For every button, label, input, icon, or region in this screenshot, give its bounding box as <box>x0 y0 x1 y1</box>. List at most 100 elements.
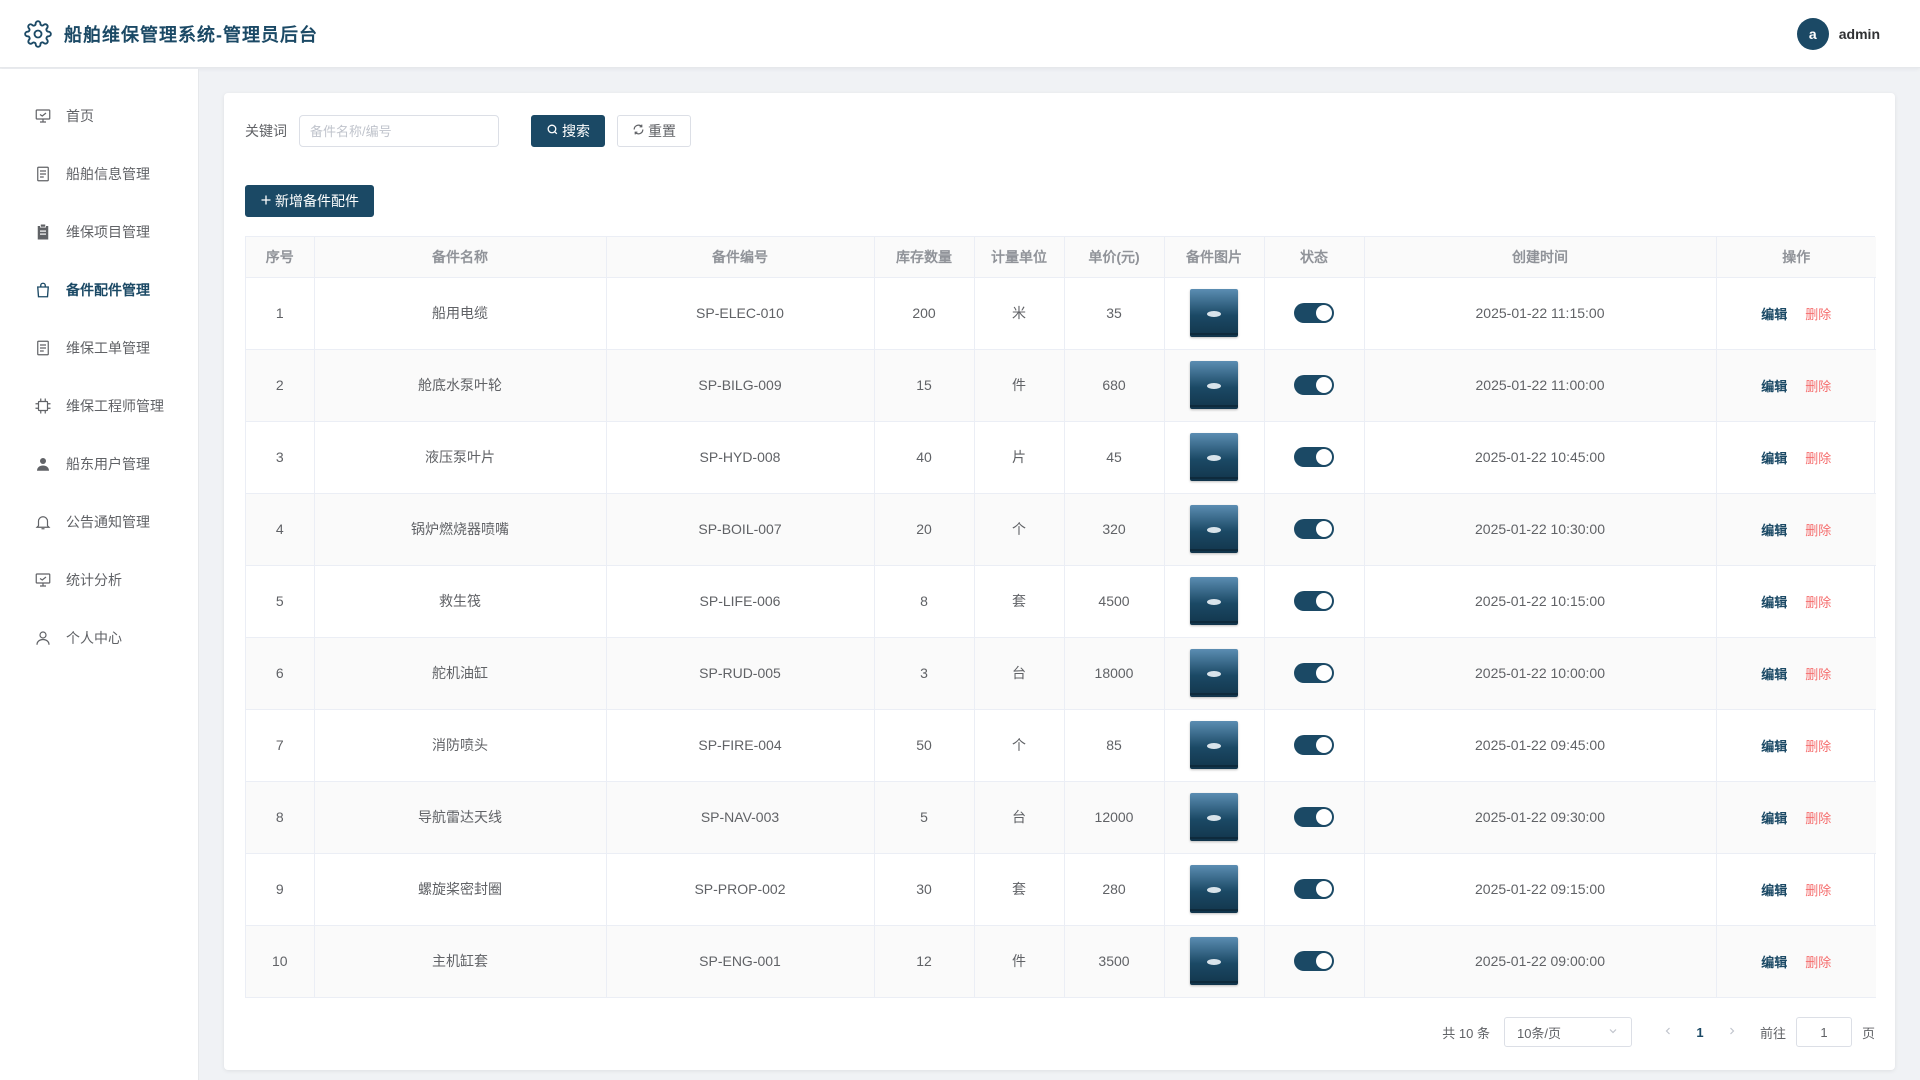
edit-button[interactable]: 编辑 <box>1761 595 1787 610</box>
edit-button[interactable]: 编辑 <box>1761 307 1787 322</box>
cell-image <box>1164 421 1265 494</box>
search-button[interactable]: 搜索 <box>531 115 605 147</box>
table-row: 2 舱底水泵叶轮 SP-BILG-009 15 件 680 2025-01-22 11:00… <box>246 349 1876 422</box>
delete-button[interactable]: 删除 <box>1805 595 1831 610</box>
sidebar-item-work-orders[interactable]: 维保工单管理 <box>0 319 198 377</box>
search-label: 关键词 <box>245 123 287 139</box>
edit-button[interactable]: 编辑 <box>1761 523 1787 538</box>
edit-button[interactable]: 编辑 <box>1761 451 1787 466</box>
part-thumbnail[interactable] <box>1190 793 1238 841</box>
edit-button[interactable]: 编辑 <box>1761 379 1787 394</box>
page-size-select[interactable]: 10条/页 <box>1503 1017 1632 1047</box>
cell-name: 液压泵叶片 <box>314 421 607 494</box>
sidebar-item-ship-info[interactable]: 船舶信息管理 <box>0 145 198 203</box>
cell-name: 导航雷达天线 <box>314 781 607 854</box>
goto-page-input[interactable] <box>1795 1017 1852 1047</box>
reset-button[interactable]: 重置 <box>617 115 691 147</box>
cell-stock: 50 <box>874 709 975 782</box>
sidebar-item-notices[interactable]: 公告通知管理 <box>0 493 198 551</box>
part-thumbnail[interactable] <box>1190 289 1238 337</box>
search-input[interactable] <box>299 115 499 147</box>
cell-created: 2025-01-22 11:00:00 <box>1364 349 1717 422</box>
part-thumbnail[interactable] <box>1190 865 1238 913</box>
cell-actions: 编辑 删除 <box>1716 853 1876 926</box>
part-thumbnail[interactable] <box>1190 649 1238 697</box>
page-number-current[interactable]: 1 <box>1682 1025 1718 1040</box>
status-toggle[interactable] <box>1294 303 1334 323</box>
delete-button[interactable]: 删除 <box>1805 811 1831 826</box>
cell-created: 2025-01-22 09:45:00 <box>1364 709 1717 782</box>
part-thumbnail[interactable] <box>1190 433 1238 481</box>
column-header-code: 备件编号 <box>606 237 875 278</box>
edit-button[interactable]: 编辑 <box>1761 667 1787 682</box>
presentation-icon <box>34 107 52 125</box>
edit-button[interactable]: 编辑 <box>1761 739 1787 754</box>
sidebar-item-label: 维保工单管理 <box>66 340 150 356</box>
cell-image <box>1164 493 1265 566</box>
status-toggle[interactable] <box>1294 951 1334 971</box>
sidebar-item-label: 备件配件管理 <box>66 282 150 298</box>
cell-image <box>1164 637 1265 710</box>
plus-icon <box>260 193 272 209</box>
add-spare-part-button[interactable]: 新增备件配件 <box>245 185 374 217</box>
part-thumbnail[interactable] <box>1190 577 1238 625</box>
cell-stock: 8 <box>874 565 975 638</box>
sidebar-item-profile[interactable]: 个人中心 <box>0 609 198 667</box>
cell-created: 2025-01-22 10:00:00 <box>1364 637 1717 710</box>
cell-unit: 台 <box>974 781 1065 854</box>
sidebar-item-maintenance-projects[interactable]: 维保项目管理 <box>0 203 198 261</box>
cell-status <box>1264 781 1365 854</box>
delete-button[interactable]: 删除 <box>1805 379 1831 394</box>
edit-button[interactable]: 编辑 <box>1761 955 1787 970</box>
part-thumbnail[interactable] <box>1190 721 1238 769</box>
edit-button[interactable]: 编辑 <box>1761 811 1787 826</box>
chevron-down-icon <box>1607 1025 1619 1040</box>
sidebar-item-statistics[interactable]: 统计分析 <box>0 551 198 609</box>
goto-label: 前往 <box>1759 1025 1786 1041</box>
cell-status <box>1264 853 1365 926</box>
part-thumbnail[interactable] <box>1190 361 1238 409</box>
part-thumbnail[interactable] <box>1190 505 1238 553</box>
sidebar-item-spare-parts[interactable]: 备件配件管理 <box>0 261 198 319</box>
cell-stock: 12 <box>874 925 975 998</box>
edit-button[interactable]: 编辑 <box>1761 883 1787 898</box>
cell-name: 主机缸套 <box>314 925 607 998</box>
delete-button[interactable]: 删除 <box>1805 523 1831 538</box>
next-page-button[interactable] <box>1718 1024 1746 1040</box>
status-toggle[interactable] <box>1294 447 1334 467</box>
sidebar-item-ship-owners[interactable]: 船东用户管理 <box>0 435 198 493</box>
delete-button[interactable]: 删除 <box>1805 451 1831 466</box>
status-toggle[interactable] <box>1294 591 1334 611</box>
table-row: 3 液压泵叶片 SP-HYD-008 40 片 45 2025-01-22 10:45:00… <box>246 421 1876 494</box>
part-thumbnail[interactable] <box>1190 937 1238 985</box>
username[interactable]: admin <box>1839 26 1880 42</box>
status-toggle[interactable] <box>1294 663 1334 683</box>
cell-name: 船用电缆 <box>314 277 607 350</box>
status-toggle[interactable] <box>1294 375 1334 395</box>
cell-status <box>1264 349 1365 422</box>
delete-button[interactable]: 删除 <box>1805 667 1831 682</box>
cell-code: SP-ELEC-010 <box>606 277 875 350</box>
cpu-icon <box>34 397 52 415</box>
cell-price: 12000 <box>1064 781 1165 854</box>
cell-image <box>1164 277 1265 350</box>
cell-no: 4 <box>246 493 315 566</box>
avatar[interactable]: a <box>1796 17 1829 50</box>
delete-button[interactable]: 删除 <box>1805 955 1831 970</box>
cell-stock: 15 <box>874 349 975 422</box>
add-button-label: 新增备件配件 <box>275 193 359 209</box>
status-toggle[interactable] <box>1294 807 1334 827</box>
user-menu[interactable]: a admin <box>1796 17 1880 50</box>
cell-code: SP-RUD-005 <box>606 637 875 710</box>
delete-button[interactable]: 删除 <box>1805 883 1831 898</box>
delete-button[interactable]: 删除 <box>1805 739 1831 754</box>
status-toggle[interactable] <box>1294 519 1334 539</box>
cell-status <box>1264 709 1365 782</box>
status-toggle[interactable] <box>1294 879 1334 899</box>
presentation-icon <box>34 571 52 589</box>
sidebar-item-engineers[interactable]: 维保工程师管理 <box>0 377 198 435</box>
prev-page-button[interactable] <box>1654 1024 1682 1040</box>
sidebar-item-home[interactable]: 首页 <box>0 87 198 145</box>
delete-button[interactable]: 删除 <box>1805 307 1831 322</box>
status-toggle[interactable] <box>1294 735 1334 755</box>
